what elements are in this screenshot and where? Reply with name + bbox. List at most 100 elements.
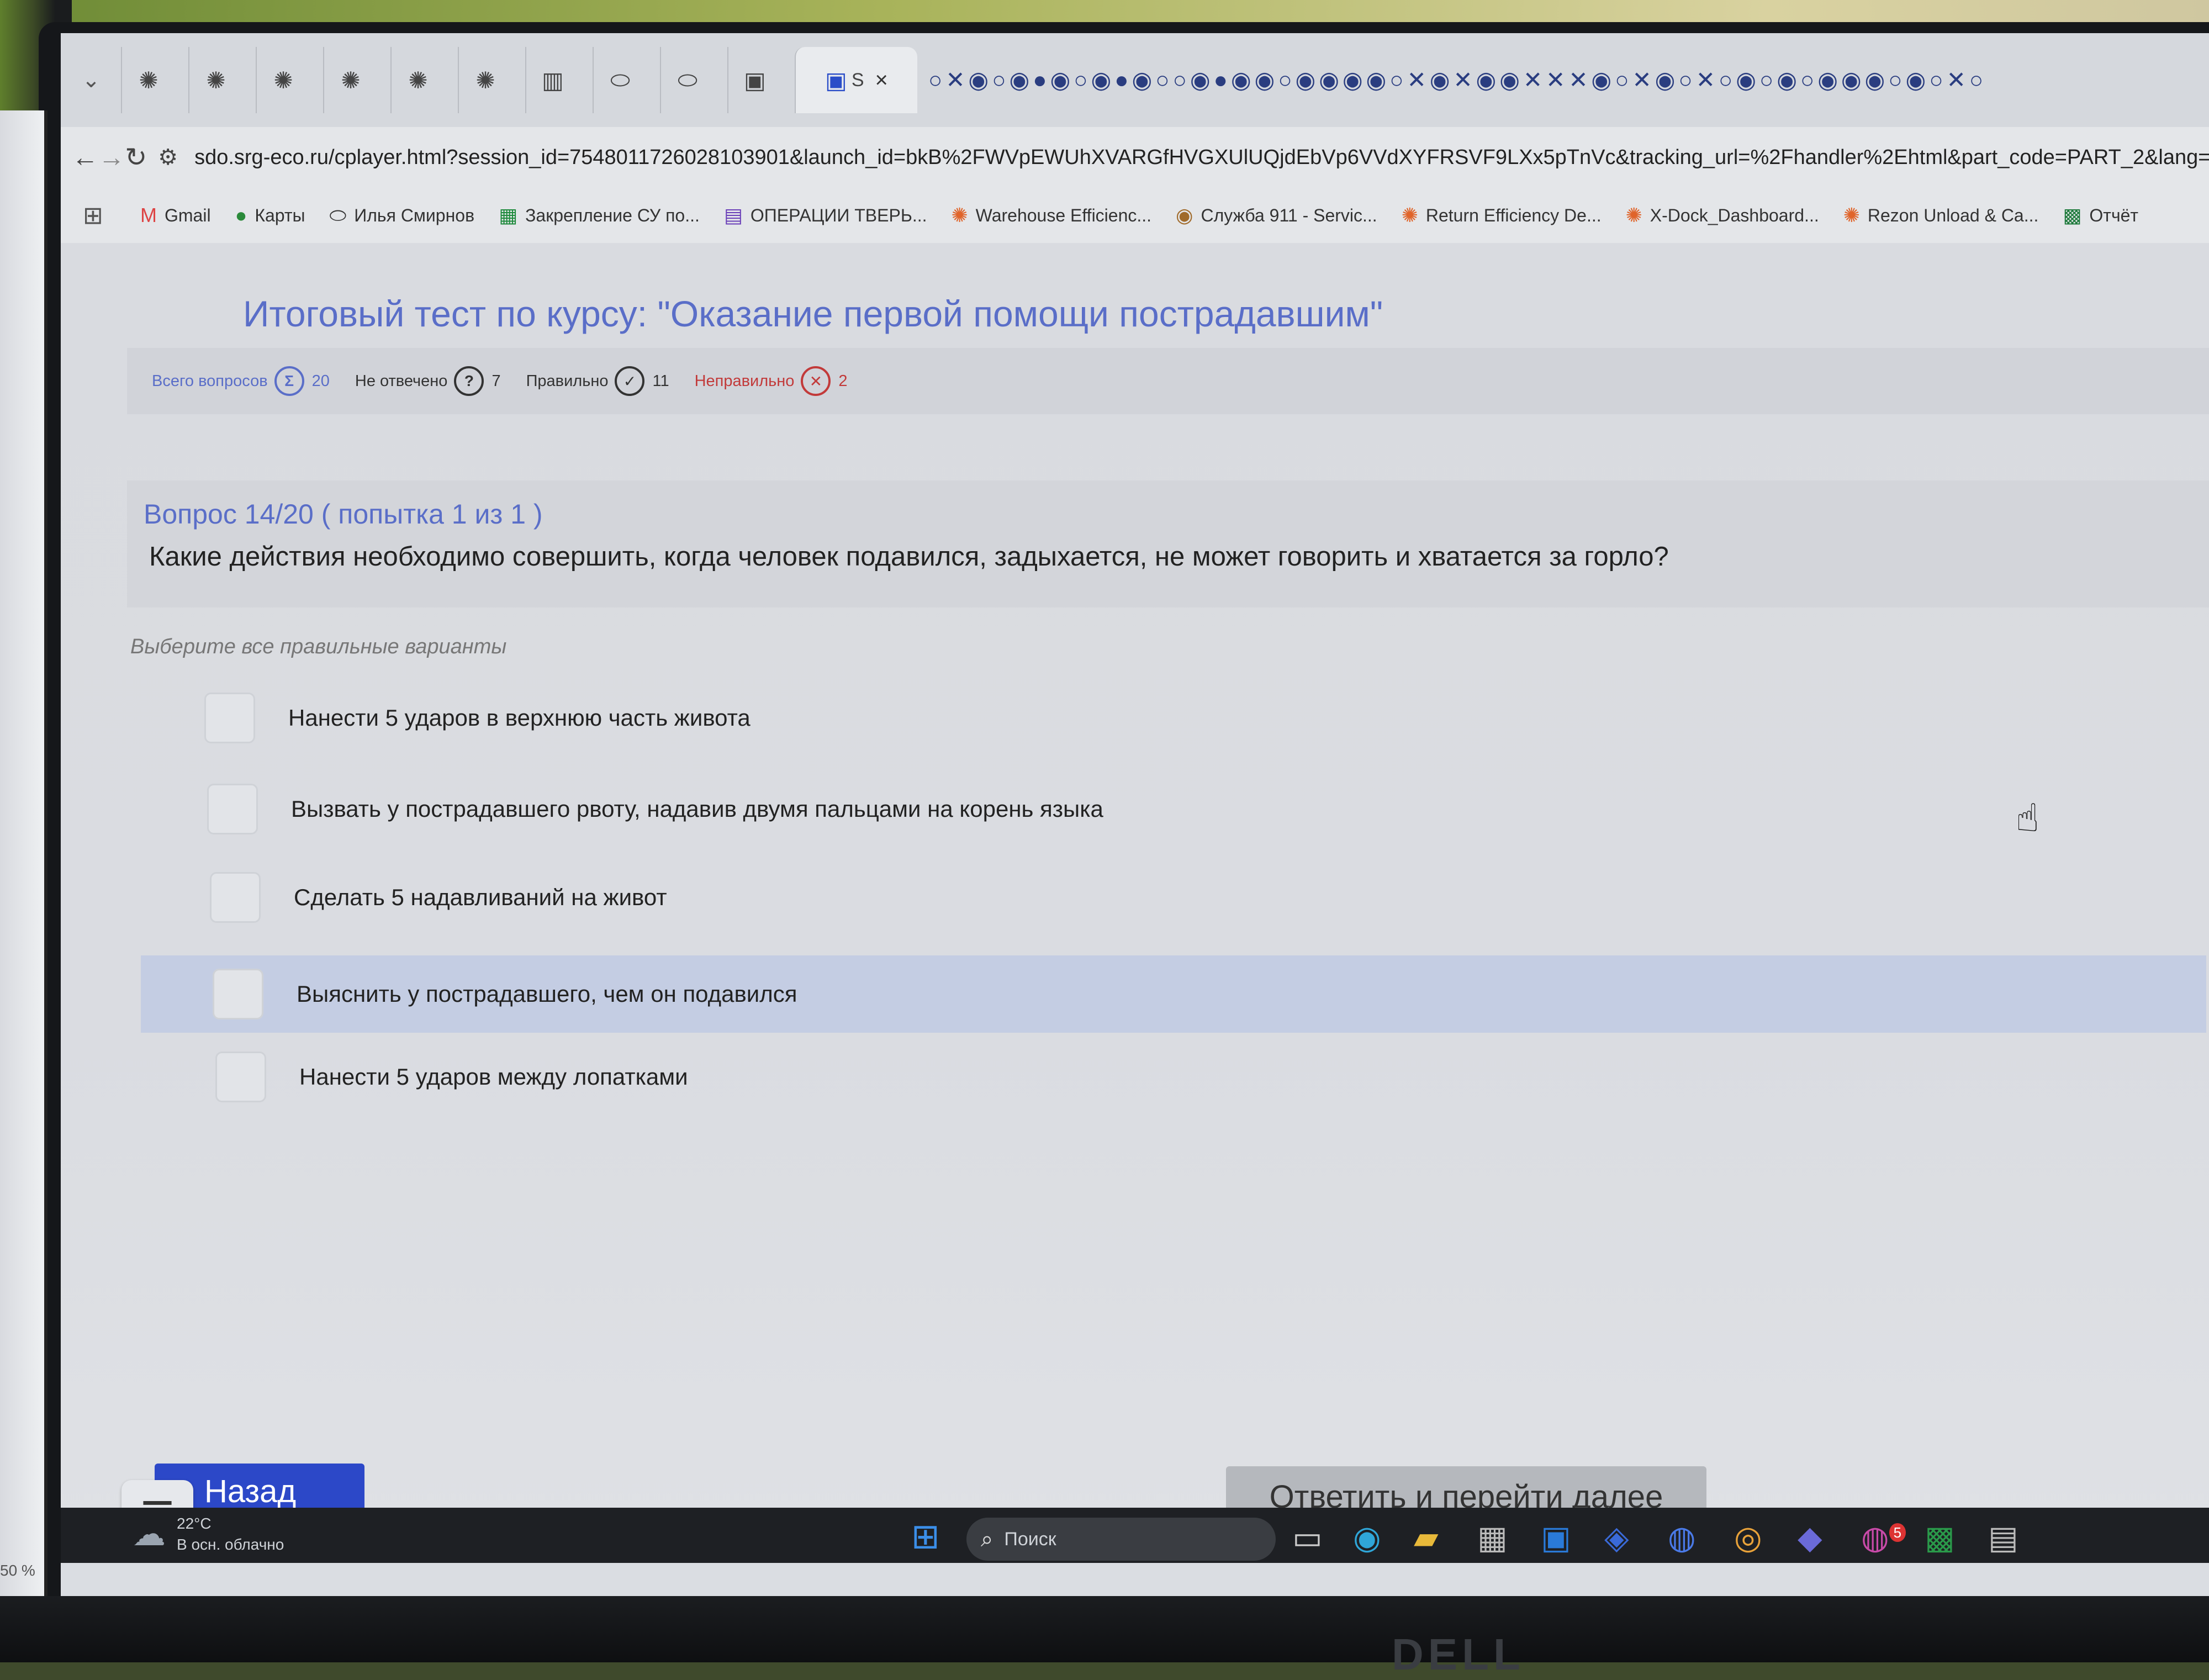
option-label: Вызвать у пострадавшего рвоту, надавив д…: [291, 796, 1103, 822]
messenger-icon[interactable]: ◍ 5: [1861, 1519, 1906, 1556]
address-bar[interactable]: ⚙ sdo.srg-eco.ru/cplayer.html?session_id…: [158, 133, 2209, 182]
chevron-down-icon: ⌄: [82, 68, 101, 92]
apps-grid-icon[interactable]: ⊞: [83, 202, 116, 230]
monitor-bezel-bottom: [0, 1596, 2209, 1662]
reload-icon[interactable]: ↻: [125, 142, 147, 173]
page-title: Итоговый тест по курсу: "Оказание первой…: [243, 293, 1383, 334]
test-page: Итоговый тест по курсу: "Оказание первой…: [61, 243, 2209, 1552]
grafana-icon: ✺: [408, 67, 428, 93]
windows-start-icon[interactable]: ⊞: [911, 1516, 940, 1556]
more-tabs[interactable]: ○✕◉○◉●◉○◉●◉○○◉●◉◉○◉◉◉◉○✕◉✕◉◉✕✕✕◉○✕◉○✕○◉○…: [928, 58, 2209, 102]
stat-total: Всего вопросов Σ 20: [152, 366, 330, 396]
stat-wrong-value: 2: [838, 372, 848, 390]
forward-arrow-icon[interactable]: →: [98, 142, 125, 173]
tab[interactable]: ✺: [458, 47, 512, 113]
hand-cursor-icon: ☝: [2016, 796, 2039, 839]
back-button-label: Назад: [204, 1473, 297, 1509]
excel-icon[interactable]: ▩: [1925, 1519, 1955, 1556]
close-icon[interactable]: ×: [875, 68, 888, 93]
answer-option[interactable]: Нанести 5 ударов между лопатками: [144, 1038, 2209, 1116]
grafana-icon: ✺: [1625, 204, 1642, 226]
url-text[interactable]: sdo.srg-eco.ru/cplayer.html?session_id=7…: [194, 146, 2209, 170]
tab[interactable]: ✺: [390, 47, 445, 113]
chart-icon: ▥: [542, 67, 564, 93]
chrome-icon[interactable]: ◎: [1734, 1519, 1762, 1556]
stat-correct-value: 11: [652, 372, 669, 390]
chat-icon: ⬭: [329, 203, 347, 226]
tab[interactable]: ✺: [188, 47, 242, 113]
weather-widget[interactable]: ☁ 22°C В осн. облачно: [133, 1513, 284, 1555]
side-monitor: 50 %: [0, 110, 47, 1657]
bookmark-sheet[interactable]: ▦ Закрепление СУ по...: [499, 204, 700, 227]
forms-icon: ▤: [723, 204, 743, 226]
stat-total-value: 20: [311, 372, 330, 390]
tab[interactable]: ✺: [256, 47, 310, 113]
stat-correct: Правильно ✓ 11: [526, 366, 669, 396]
tab[interactable]: ▣: [727, 47, 781, 113]
chat-app-icon[interactable]: ◍: [1668, 1519, 1696, 1556]
stat-unanswered-value: 7: [492, 372, 501, 390]
tab[interactable]: ✺: [323, 47, 377, 113]
defender-icon[interactable]: ◈: [1604, 1519, 1629, 1556]
browser-toolbar: ← → ↻ ⚙ sdo.srg-eco.ru/cplayer.html?sess…: [61, 127, 2209, 188]
monitor-logo: DELL: [1392, 1630, 1525, 1679]
bookmark-xdock[interactable]: ✺ X-Dock_Dashboard...: [1626, 204, 1819, 227]
question-mark-icon: ?: [454, 366, 484, 396]
tab-strip: ⌄ ✺ ✺ ✺ ✺ ✺ ✺ ▥ ⬭ ⬭ ▣ ▣ S × ○✕◉○◉●◉○◉●◉○…: [61, 33, 2209, 127]
option-checkbox[interactable]: [213, 969, 263, 1019]
bookmark-operations[interactable]: ▤ ОПЕРАЦИИ ТВЕРЬ...: [724, 204, 927, 227]
grafana-icon: ✺: [475, 67, 495, 93]
question-number: Вопрос 14/20 ( попытка 1 из 1 ): [144, 499, 543, 530]
option-label: Выяснить у пострадавшего, чем он подавил…: [297, 981, 797, 1007]
excel-icon: ▩: [2063, 204, 2082, 226]
grafana-icon: ✺: [139, 67, 158, 93]
tab[interactable]: ⬭: [660, 47, 714, 113]
store-icon[interactable]: ▦: [1477, 1519, 1508, 1556]
option-checkbox[interactable]: [215, 1052, 266, 1102]
answer-option[interactable]: Вызвать у пострадавшего рвоту, надавив д…: [144, 770, 2209, 848]
site-settings-icon[interactable]: ⚙: [158, 145, 178, 170]
tab[interactable]: ✺: [121, 47, 175, 113]
answer-option[interactable]: Нанести 5 ударов в верхнюю часть живота: [144, 679, 2209, 757]
tab[interactable]: ▥: [525, 47, 579, 113]
back-arrow-icon[interactable]: ←: [72, 142, 98, 173]
bookmark-chat[interactable]: ⬭ Илья Смирнов: [330, 204, 475, 228]
tab[interactable]: ⬭: [593, 47, 647, 113]
taskbar-search[interactable]: ⌕ Поиск: [966, 1518, 1276, 1561]
service-icon: ◉: [1176, 204, 1193, 226]
option-checkbox[interactable]: [204, 693, 255, 743]
tab-active[interactable]: ▣ S ×: [795, 47, 917, 113]
cross-icon: ✕: [801, 366, 831, 396]
taskbar-search-placeholder: Поиск: [1004, 1528, 1056, 1550]
check-icon: ✓: [615, 366, 645, 396]
grafana-icon: ✺: [951, 204, 968, 226]
teams-icon[interactable]: ◆: [1798, 1519, 1822, 1556]
outlook-icon[interactable]: ▣: [1541, 1519, 1571, 1556]
answer-option-highlighted[interactable]: Выяснить у пострадавшего, чем он подавил…: [141, 955, 2206, 1033]
bookmark-gmail[interactable]: M Gmail: [140, 204, 211, 227]
cloud-icon: ☁: [133, 1515, 166, 1552]
bookmark-report[interactable]: ▩ Отчёт: [2063, 204, 2138, 227]
bookmark-maps[interactable]: ● Карты: [235, 204, 305, 227]
bookmarks-bar: ⊞ M Gmail ● Карты ⬭ Илья Смирнов ▦ Закреплен…: [61, 188, 2209, 244]
stats-bar: Всего вопросов Σ 20 Не отвечено ? 7 Прав…: [127, 348, 2209, 414]
grafana-icon: ✺: [341, 67, 361, 93]
bookmark-rezon[interactable]: ✺ Rezon Unload & Ca...: [1843, 204, 2039, 227]
chat-icon: ⬭: [610, 66, 630, 93]
option-checkbox[interactable]: [207, 784, 258, 834]
edge-icon[interactable]: ◉: [1353, 1519, 1381, 1556]
side-monitor-zoom: 50 %: [0, 1562, 35, 1579]
option-checkbox[interactable]: [210, 872, 261, 923]
grafana-icon: ✺: [206, 67, 226, 93]
grafana-icon: ✺: [273, 67, 293, 93]
bookmark-warehouse[interactable]: ✺ Warehouse Efficienc...: [952, 204, 1152, 227]
tab-search-dropdown[interactable]: ⌄: [75, 64, 108, 97]
task-view-icon[interactable]: ▭: [1292, 1519, 1323, 1556]
answer-option[interactable]: Сделать 5 надавливаний на живот: [144, 859, 2209, 936]
file-explorer-icon[interactable]: ▰: [1414, 1519, 1439, 1556]
bookmark-service-911[interactable]: ◉ Служба 911 - Servic...: [1176, 204, 1377, 227]
bookmark-return-efficiency[interactable]: ✺ Return Efficiency De...: [1402, 204, 1602, 227]
calculator-icon[interactable]: ▤: [1988, 1519, 2018, 1556]
question-text: Какие действия необходимо совершить, ког…: [149, 542, 1669, 572]
option-label: Нанести 5 ударов между лопатками: [299, 1064, 688, 1090]
